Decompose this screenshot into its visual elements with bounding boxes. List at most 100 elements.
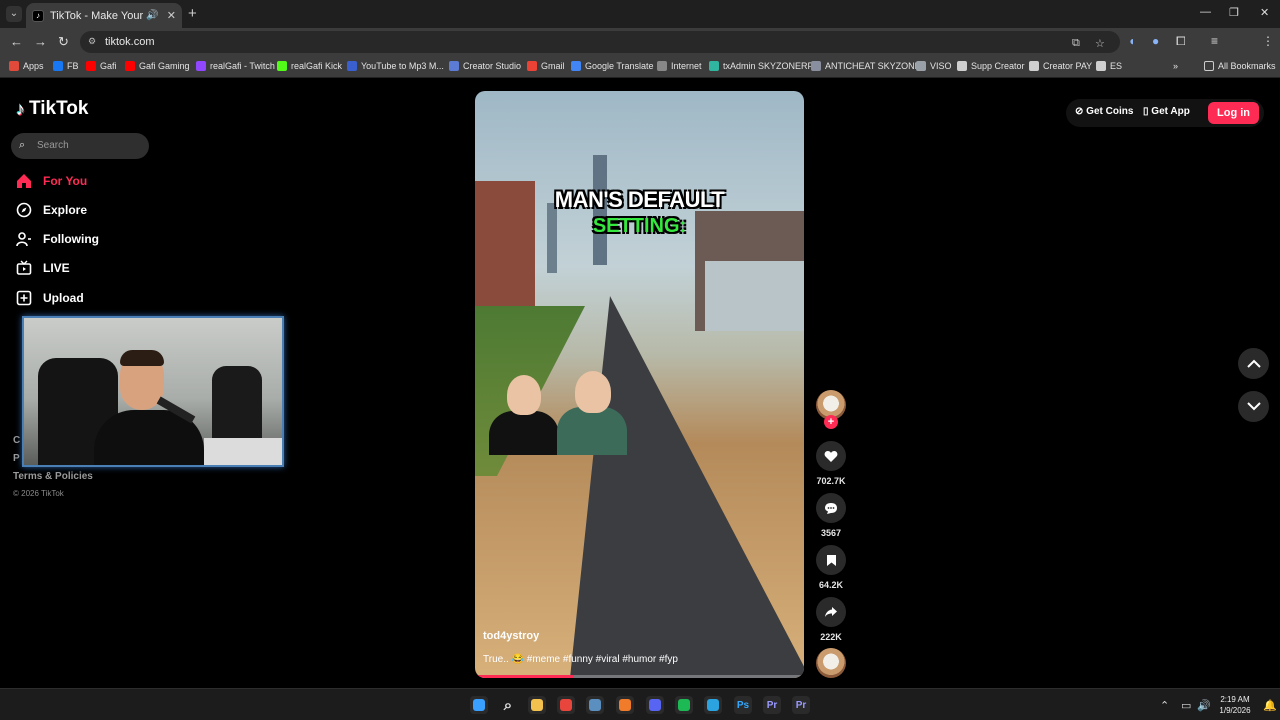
- volume-icon[interactable]: 🔊: [1197, 699, 1211, 712]
- bookmark-item[interactable]: VISO: [916, 61, 952, 71]
- all-bookmarks-button[interactable]: All Bookmarks: [1204, 61, 1276, 71]
- notification-bell-icon[interactable]: 🔔: [1263, 699, 1277, 712]
- comment-button[interactable]: [816, 493, 846, 523]
- back-icon[interactable]: ←: [10, 34, 23, 49]
- clock-time: 2:19 AM: [1220, 695, 1250, 704]
- video-progress-bar[interactable]: [475, 675, 804, 678]
- premiere-icon[interactable]: Pr: [763, 696, 781, 714]
- bookmarks-overflow-icon[interactable]: »: [1173, 61, 1178, 71]
- restore-icon[interactable]: ❐: [1229, 6, 1239, 19]
- bookmark-item[interactable]: Gmail: [527, 61, 565, 71]
- nav-upload[interactable]: Upload: [16, 290, 84, 306]
- save-button[interactable]: [816, 545, 846, 575]
- bookmark-item[interactable]: Supp Creator: [957, 61, 1025, 71]
- file-explorer-icon[interactable]: [528, 696, 546, 714]
- search-icon: ⌕: [19, 139, 26, 151]
- tray-chevron-up-icon[interactable]: ⌃: [1160, 699, 1169, 712]
- windows-taskbar: ⌃ ▭ 🔊 2:19 AM 1/9/2026 🔔 ⌕ Ps Pr Pr: [0, 688, 1280, 720]
- get-coins-button[interactable]: ⊘ Get Coins: [1075, 106, 1133, 117]
- bookmark-item[interactable]: ES: [1096, 61, 1122, 71]
- bookmark-favicon-icon: [347, 61, 357, 71]
- share-button[interactable]: [816, 597, 846, 627]
- windows-start-icon[interactable]: [470, 696, 488, 714]
- follow-plus-icon[interactable]: +: [824, 415, 838, 429]
- system-clock[interactable]: 2:19 AM 1/9/2026: [1212, 694, 1258, 716]
- bookmark-item[interactable]: Creator Studio: [449, 61, 521, 71]
- bookmark-item[interactable]: Internet: [657, 61, 702, 71]
- folder-icon: [1204, 61, 1214, 71]
- tab-search-button[interactable]: ⌄: [6, 6, 22, 22]
- bookmark-label: Gafi: [100, 61, 117, 71]
- bookmark-item[interactable]: Gafi Gaming: [125, 61, 190, 71]
- nav-for-you[interactable]: For You: [16, 173, 87, 189]
- heart-icon: [824, 450, 838, 462]
- video-player[interactable]: MAN'S DEFAULT SETTING: tod4ystroy True..…: [475, 91, 804, 678]
- network-icon[interactable]: ▭: [1181, 699, 1191, 712]
- search-input[interactable]: ⌕ Search: [11, 133, 149, 159]
- bookmark-item[interactable]: Apps: [9, 61, 44, 71]
- bookmark-label: Gafi Gaming: [139, 61, 190, 71]
- get-app-button[interactable]: ▯ Get App: [1143, 106, 1190, 117]
- site-info-icon[interactable]: ⚙: [88, 36, 100, 48]
- media-queue-icon[interactable]: ≡: [1211, 34, 1218, 48]
- minimize-icon[interactable]: —: [1200, 6, 1211, 18]
- browser-tab-tiktok[interactable]: ♪ TikTok - Make Your Day 🔊 ✕: [26, 3, 182, 28]
- like-button[interactable]: [816, 441, 846, 471]
- extensions-puzzle-icon[interactable]: ⧠: [1176, 34, 1186, 49]
- bookmark-item[interactable]: realGafi - Twitch: [196, 61, 275, 71]
- compass-icon: [16, 202, 32, 218]
- reload-icon[interactable]: ↻: [58, 34, 69, 50]
- extension-circle-icon[interactable]: ●: [1152, 34, 1159, 48]
- bookmark-item[interactable]: txAdmin SKYZONERP: [709, 61, 814, 71]
- chrome-icon[interactable]: [557, 696, 575, 714]
- install-app-icon[interactable]: ⧉: [1072, 37, 1080, 50]
- bookmark-item[interactable]: YouTube to Mp3 M...: [347, 61, 444, 71]
- footer-partial-link-2[interactable]: P: [13, 453, 20, 464]
- new-tab-button[interactable]: +: [188, 5, 197, 22]
- tab-close-icon[interactable]: ✕: [167, 9, 176, 22]
- bookmark-label: Gmail: [541, 61, 565, 71]
- share-count: 222K: [820, 632, 842, 642]
- discord-icon[interactable]: [646, 696, 664, 714]
- bookmark-favicon-icon: [1029, 61, 1039, 71]
- tiktok-note-icon: ♪: [16, 98, 25, 119]
- bookmark-favicon-icon: [53, 61, 63, 71]
- previous-video-button[interactable]: [1238, 348, 1269, 379]
- telegram-icon[interactable]: [704, 696, 722, 714]
- bookmark-item[interactable]: Google Translate: [571, 61, 654, 71]
- bookmark-item[interactable]: ANTICHEAT SKYZONE: [811, 61, 921, 71]
- nav-live[interactable]: LIVE: [16, 260, 70, 276]
- photoshop-icon[interactable]: Ps: [734, 696, 752, 714]
- footer-partial-link-1[interactable]: C: [13, 435, 20, 446]
- tiktok-logo[interactable]: ♪ TikTok: [16, 98, 88, 120]
- clock-date: 1/9/2026: [1219, 706, 1251, 715]
- address-bar[interactable]: ⚙ tiktok.com ⧉ ☆: [80, 31, 1120, 53]
- address-url: tiktok.com: [105, 36, 155, 48]
- music-disc-avatar[interactable]: [816, 648, 846, 678]
- app-orange-icon[interactable]: [616, 696, 634, 714]
- video-skyscraper-2: [547, 203, 557, 273]
- login-button[interactable]: Log in: [1208, 102, 1259, 124]
- webcam-person-hair: [120, 350, 164, 366]
- video-author[interactable]: tod4ystroy: [483, 630, 539, 642]
- bookmark-label: Supp Creator: [971, 61, 1025, 71]
- steam-icon[interactable]: [586, 696, 604, 714]
- menu-kebab-icon[interactable]: ⋮: [1262, 34, 1274, 48]
- speaker-icon[interactable]: 🔊: [146, 10, 158, 21]
- bookmark-item[interactable]: FB: [53, 61, 79, 71]
- premiere-2-icon[interactable]: Pr: [792, 696, 810, 714]
- nav-following[interactable]: Following: [16, 231, 99, 247]
- bookmark-item[interactable]: Gafi: [86, 61, 117, 71]
- bookmark-label: Internet: [671, 61, 702, 71]
- terms-link[interactable]: Terms & Policies: [13, 471, 93, 482]
- bookmark-item[interactable]: realGafi Kick: [277, 61, 342, 71]
- spotify-icon[interactable]: [675, 696, 693, 714]
- nav-explore[interactable]: Explore: [16, 202, 87, 218]
- next-video-button[interactable]: [1238, 391, 1269, 422]
- window-close-icon[interactable]: ✕: [1260, 6, 1269, 19]
- bookmark-item[interactable]: Creator PAY: [1029, 61, 1092, 71]
- extension-audio-icon[interactable]: ◖: [1128, 34, 1135, 48]
- bookmark-star-icon[interactable]: ☆: [1095, 37, 1105, 50]
- forward-icon[interactable]: →: [34, 34, 47, 49]
- search-icon[interactable]: ⌕: [499, 696, 517, 714]
